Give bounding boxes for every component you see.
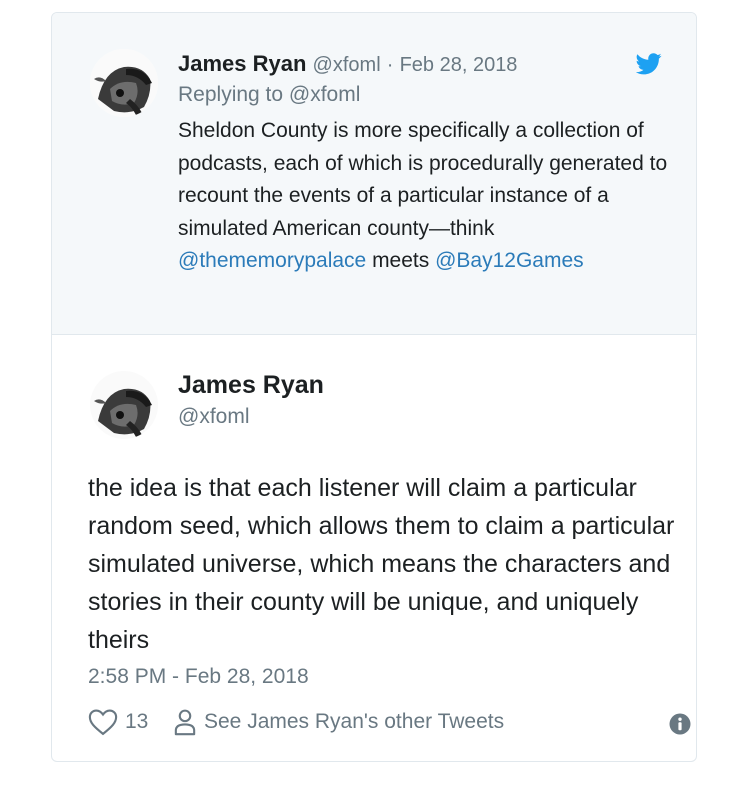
heart-icon <box>88 709 118 736</box>
parent-text-part1: Sheldon County is more specifically a co… <box>178 119 668 240</box>
author-avatar[interactable] <box>90 49 158 117</box>
parent-tweet[interactable]: James Ryan @xfoml · Feb 28, 2018 Replyin… <box>52 13 696 335</box>
tweet-actions: 13 See James Ryan's other Tweets <box>88 708 691 742</box>
author-avatar[interactable] <box>90 371 158 439</box>
see-other-tweets-label: See James Ryan's other Tweets <box>204 710 505 733</box>
info-icon[interactable] <box>668 712 692 736</box>
replying-to-label: Replying to <box>178 83 284 106</box>
header-separator: · <box>386 54 394 76</box>
see-other-tweets-link[interactable]: See James Ryan's other Tweets <box>174 708 504 736</box>
person-icon <box>174 709 196 736</box>
replying-to-handle[interactable]: @xfoml <box>289 83 361 106</box>
like-count: 13 <box>125 710 149 733</box>
twitter-bird-icon[interactable] <box>636 53 662 75</box>
parent-tweet-text: Sheldon County is more specifically a co… <box>178 115 678 278</box>
replying-to: Replying to @xfoml <box>178 83 360 107</box>
author-name[interactable]: James Ryan <box>178 51 306 76</box>
author-handle[interactable]: @xfoml <box>313 54 381 76</box>
like-button[interactable]: 13 <box>88 708 148 736</box>
parent-tweet-header: James Ryan @xfoml · Feb 28, 2018 <box>178 51 517 77</box>
author-handle[interactable]: @xfoml <box>178 405 250 429</box>
tweet-date[interactable]: Feb 28, 2018 <box>400 54 518 76</box>
mention-link[interactable]: @thememorypalace <box>178 249 366 272</box>
author-name[interactable]: James Ryan <box>178 371 324 400</box>
parent-text-part2: meets <box>366 249 436 273</box>
embedded-tweet-card: James Ryan @xfoml · Feb 28, 2018 Replyin… <box>51 12 697 762</box>
tweet-text: the idea is that each listener will clai… <box>88 474 675 654</box>
mention-link[interactable]: @Bay12Games <box>435 249 584 272</box>
tweet-timestamp[interactable]: 2:58 PM - Feb 28, 2018 <box>88 665 309 689</box>
